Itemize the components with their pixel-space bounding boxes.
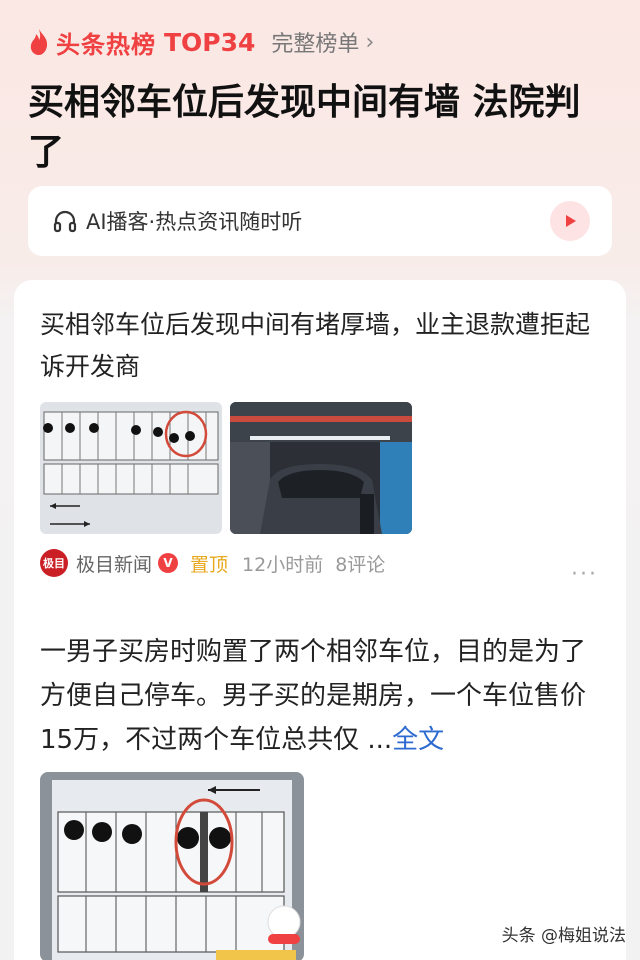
publish-time: 12小时前: [242, 553, 324, 576]
source-logo[interactable]: 极目: [40, 549, 68, 577]
hot-list-header[interactable]: 头条热榜 TOP34 完整榜单 ›: [28, 22, 374, 62]
post-summary[interactable]: 一男子买房时购置了两个相邻车位，目的是为了方便自己停车。男子买的是期房，一个车位…: [40, 630, 605, 762]
parking-diagram-image[interactable]: [40, 402, 222, 534]
summary-text: 一男子买房时购置了两个相邻车位，目的是为了方便自己停车。男子买的是期房，一个车位…: [40, 637, 587, 755]
source-name[interactable]: 极目新闻: [76, 550, 152, 577]
ai-podcast-bar[interactable]: AI播客·热点资讯随时听: [28, 186, 612, 256]
summary-ellipsis: ...: [367, 725, 393, 755]
hot-rank: TOP34: [164, 27, 256, 57]
fire-icon: [30, 29, 48, 55]
verified-icon: V: [158, 553, 179, 573]
play-icon: [566, 215, 576, 227]
page-headline: 买相邻车位后发现中间有墙 法院判了: [28, 82, 581, 173]
headphone-icon: [53, 210, 77, 233]
article-meta: 极目 极目新闻 V 置顶 12小时前 8评论: [40, 548, 385, 578]
play-button[interactable]: [550, 201, 590, 241]
parking-plan-photo[interactable]: [40, 772, 304, 960]
podcast-label: AI播客·热点资讯随时听: [86, 210, 303, 234]
article-card[interactable]: 买相邻车位后发现中间有堵厚墙，业主退款遭拒起诉开发商 极目 极目新闻 V 置顶 …: [14, 280, 626, 960]
hot-list-title: 头条热榜: [56, 30, 156, 59]
chevron-right-icon: ›: [365, 29, 375, 55]
full-list-label: 完整榜单: [271, 32, 360, 57]
garage-photo-image[interactable]: [230, 402, 412, 534]
watermark: 头条 @梅姐说法: [501, 926, 626, 946]
comment-count[interactable]: 8评论: [335, 550, 385, 577]
full-list-link[interactable]: 完整榜单 ›: [271, 26, 374, 58]
more-icon[interactable]: ···: [571, 562, 598, 587]
article-title[interactable]: 买相邻车位后发现中间有堵厚墙，业主退款遭拒起诉开发商: [40, 304, 600, 388]
full-text-link[interactable]: 全文: [392, 725, 444, 755]
pinned-badge: 置顶: [190, 553, 229, 576]
